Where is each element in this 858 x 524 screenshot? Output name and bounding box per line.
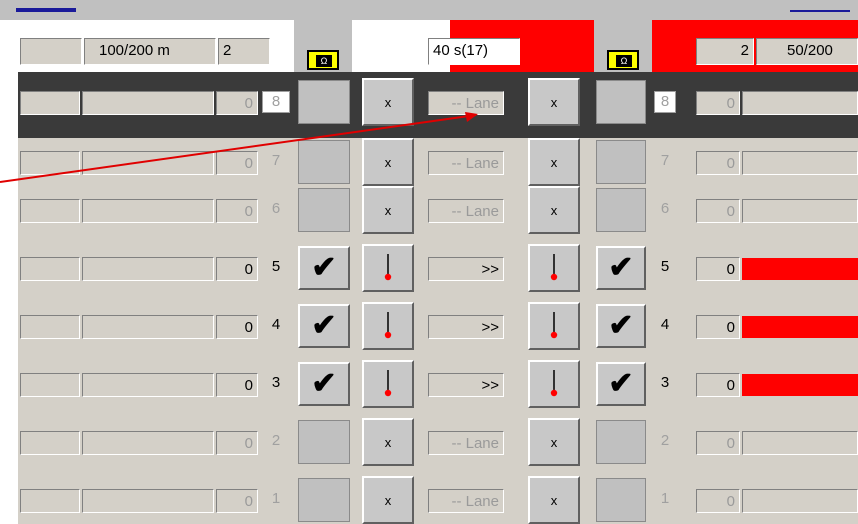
annotation-arrow-head (465, 112, 478, 122)
annotation-arrow-line (0, 114, 477, 183)
lane-control-window: Ω Ω 100/200 m 2 40 s(17) 2 50/200 0 8 x -- … (0, 0, 858, 524)
annotation-arrow (0, 112, 478, 183)
